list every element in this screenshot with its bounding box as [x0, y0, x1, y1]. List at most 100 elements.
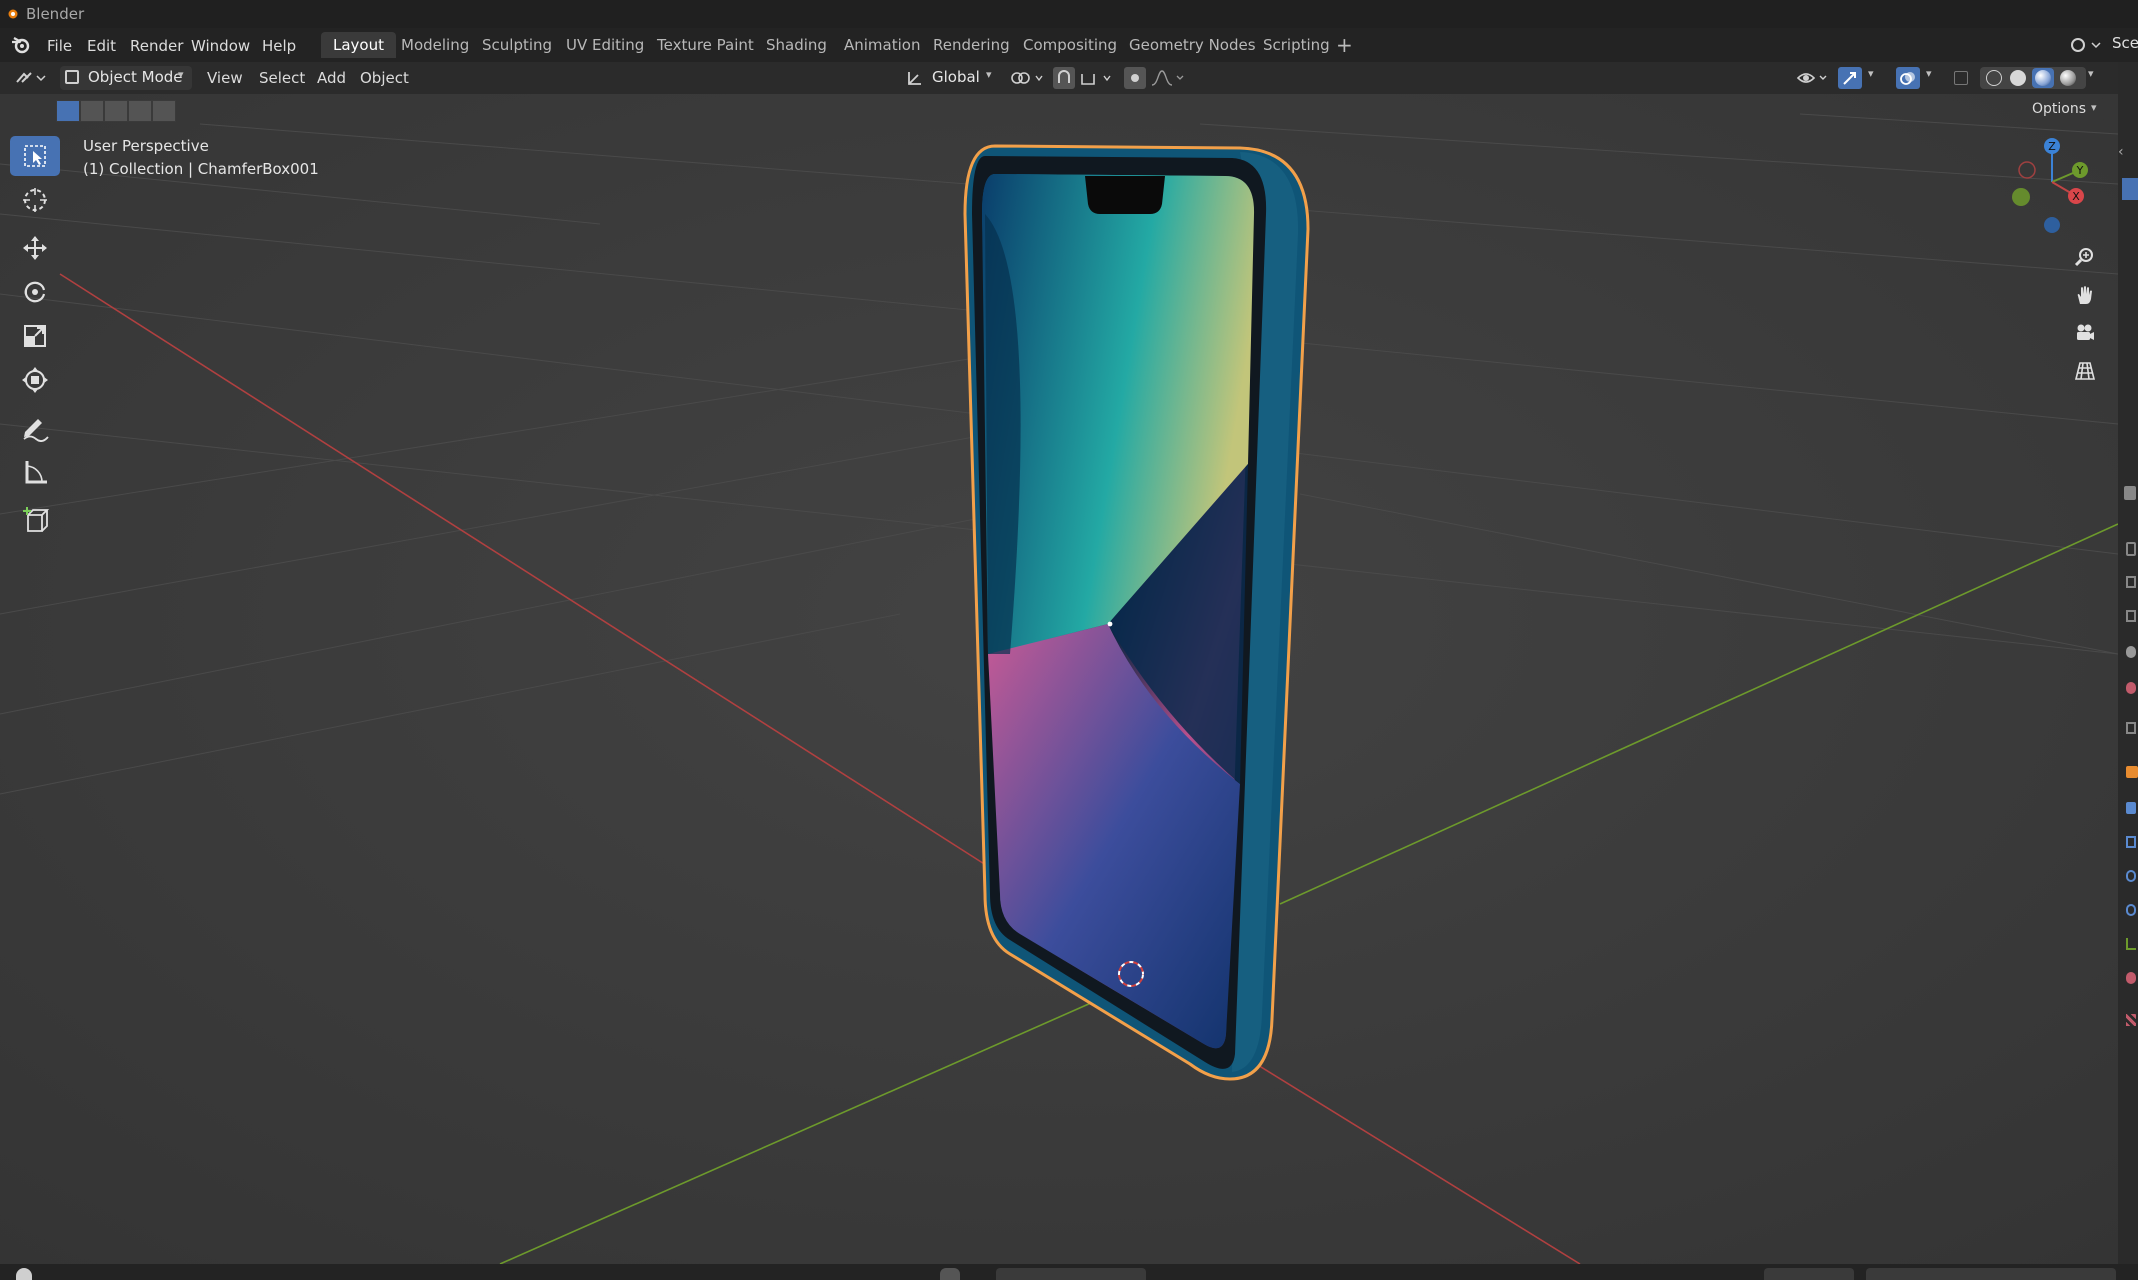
phone-object: [963, 144, 1310, 1081]
select-box-icon: [24, 145, 46, 167]
tool-measure[interactable]: [10, 452, 60, 492]
xray-icon[interactable]: [1954, 71, 1968, 85]
tool-annotate[interactable]: [10, 408, 60, 448]
grid-icon: [2074, 362, 2096, 380]
particles-tab-icon[interactable]: [2126, 836, 2136, 848]
annotate-icon: [23, 419, 49, 442]
select-invert-icon[interactable]: [128, 100, 152, 122]
texture-tab-icon[interactable]: [2126, 1014, 2136, 1026]
current-frame-field[interactable]: [1764, 1268, 1854, 1280]
tab-modeling[interactable]: Modeling: [389, 32, 481, 58]
world-tab-icon[interactable]: [2126, 682, 2136, 694]
tool-transform[interactable]: [10, 360, 60, 400]
gizmo-x-label: X: [2072, 190, 2080, 203]
tab-rendering[interactable]: Rendering: [921, 32, 1022, 58]
solid-icon[interactable]: [2010, 70, 2026, 86]
tab-layout[interactable]: Layout: [321, 32, 396, 58]
menu-view[interactable]: View: [207, 66, 243, 90]
gizmo-y-label: Y: [2076, 164, 2084, 177]
tab-compositing[interactable]: Compositing: [1011, 32, 1129, 58]
scene-selector-icon[interactable]: [2068, 35, 2104, 55]
select-intersect-icon[interactable]: [152, 100, 176, 122]
timeline-editor-type-icon[interactable]: [16, 1268, 32, 1280]
scene-label[interactable]: Sce: [2112, 34, 2138, 52]
rendered-icon[interactable]: [2060, 70, 2076, 86]
select-subtract-icon[interactable]: [104, 100, 128, 122]
overlay-toggle[interactable]: [1896, 67, 1920, 89]
gizmo-z-label: Z: [2048, 140, 2056, 153]
data-tab-icon[interactable]: [2126, 938, 2136, 950]
tool-move[interactable]: [10, 228, 60, 268]
3d-viewport[interactable]: Options ▾ User Perspective (1) Collectio…: [0, 94, 2118, 1264]
tool-cursor[interactable]: [10, 180, 60, 220]
tab-geometry-nodes[interactable]: Geometry Nodes: [1117, 32, 1268, 58]
visibility-icon[interactable]: [1796, 69, 1830, 87]
snap-target-icon[interactable]: [1080, 70, 1116, 86]
output-tab-icon[interactable]: [2126, 576, 2136, 588]
menu-window[interactable]: Window: [184, 35, 257, 57]
pivot-icon[interactable]: [1010, 70, 1046, 86]
tab-uv-editing[interactable]: UV Editing: [554, 32, 656, 58]
pan-button[interactable]: [2066, 276, 2104, 314]
tool-scale[interactable]: [10, 316, 60, 356]
menu-select[interactable]: Select: [259, 66, 305, 90]
wireframe-icon[interactable]: [1986, 70, 2002, 86]
viewport-scene[interactable]: [0, 94, 2118, 1264]
playback-controls[interactable]: [996, 1268, 1146, 1280]
rotate-icon: [24, 281, 46, 303]
hand-icon: [2077, 286, 2092, 304]
frame-range-fields[interactable]: [1866, 1268, 2116, 1280]
gizmo-neg-x-handle: [2018, 161, 2036, 179]
gizmo-dropdown-chevron-icon[interactable]: ▾: [1868, 67, 1874, 80]
blender-menu-icon[interactable]: [10, 36, 30, 54]
menu-file[interactable]: File: [40, 35, 79, 57]
menu-add[interactable]: Add: [317, 66, 346, 90]
menu-render[interactable]: Render: [123, 35, 190, 57]
add-workspace-plus-icon[interactable]: +: [1336, 33, 1353, 57]
menu-edit[interactable]: Edit: [80, 35, 123, 57]
gizmo-toggle[interactable]: [1838, 67, 1862, 89]
options-dropdown[interactable]: Options ▾: [2024, 98, 2104, 122]
perspective-toggle-button[interactable]: [2066, 352, 2104, 390]
material-tab-icon[interactable]: [2126, 972, 2136, 984]
collection-tab-icon[interactable]: [2126, 722, 2136, 734]
editor-type-icon[interactable]: [14, 68, 48, 88]
zoom-button[interactable]: [2066, 238, 2104, 276]
proportional-toggle[interactable]: [1124, 67, 1146, 89]
constraints-tab-icon[interactable]: [2126, 904, 2136, 916]
snap-toggle[interactable]: [1053, 67, 1075, 89]
timeline-header: [0, 1264, 2138, 1280]
proportional-icon: [1131, 74, 1139, 82]
tool-rotate[interactable]: [10, 272, 60, 312]
menu-object[interactable]: Object: [360, 66, 409, 90]
view-layer-tab-icon[interactable]: [2126, 610, 2136, 622]
tool-tab-icon[interactable]: [2124, 486, 2136, 500]
shading-dropdown-chevron-icon[interactable]: ▾: [2088, 67, 2094, 80]
scene-tab-icon[interactable]: [2126, 646, 2136, 658]
camera-view-button[interactable]: [2066, 314, 2104, 352]
select-new-icon[interactable]: [56, 100, 80, 122]
tab-animation[interactable]: Animation: [832, 32, 932, 58]
falloff-icon[interactable]: [1150, 69, 1186, 87]
tab-texture-paint[interactable]: Texture Paint: [645, 32, 766, 58]
orientation-dropdown[interactable]: Global ▾: [900, 66, 1000, 90]
sidebar-toggle-chevron-icon[interactable]: ‹: [2118, 144, 2124, 160]
modifier-tab-icon[interactable]: [2126, 802, 2136, 814]
zoom-icon: [2074, 248, 2093, 267]
tab-shading[interactable]: Shading: [754, 32, 839, 58]
render-tab-icon[interactable]: [2126, 542, 2136, 556]
navigation-gizmo[interactable]: Z Y X: [2000, 134, 2110, 234]
tool-add-cube[interactable]: [10, 500, 60, 540]
menu-help[interactable]: Help: [255, 35, 303, 57]
physics-tab-icon[interactable]: [2126, 870, 2136, 882]
object-mode-dropdown[interactable]: Object Mode ▾: [60, 66, 192, 90]
material-preview-button[interactable]: [2032, 68, 2054, 88]
select-extend-icon[interactable]: [80, 100, 104, 122]
overlay-dropdown-chevron-icon[interactable]: ▾: [1926, 67, 1932, 80]
object-tab-icon[interactable]: [2126, 766, 2138, 778]
record-button-icon[interactable]: [940, 1268, 960, 1280]
tool-select-box[interactable]: [10, 136, 60, 176]
tab-sculpting[interactable]: Sculpting: [470, 32, 564, 58]
view-perspective-label: User Perspective: [83, 137, 209, 155]
tab-scripting[interactable]: Scripting: [1251, 32, 1342, 58]
